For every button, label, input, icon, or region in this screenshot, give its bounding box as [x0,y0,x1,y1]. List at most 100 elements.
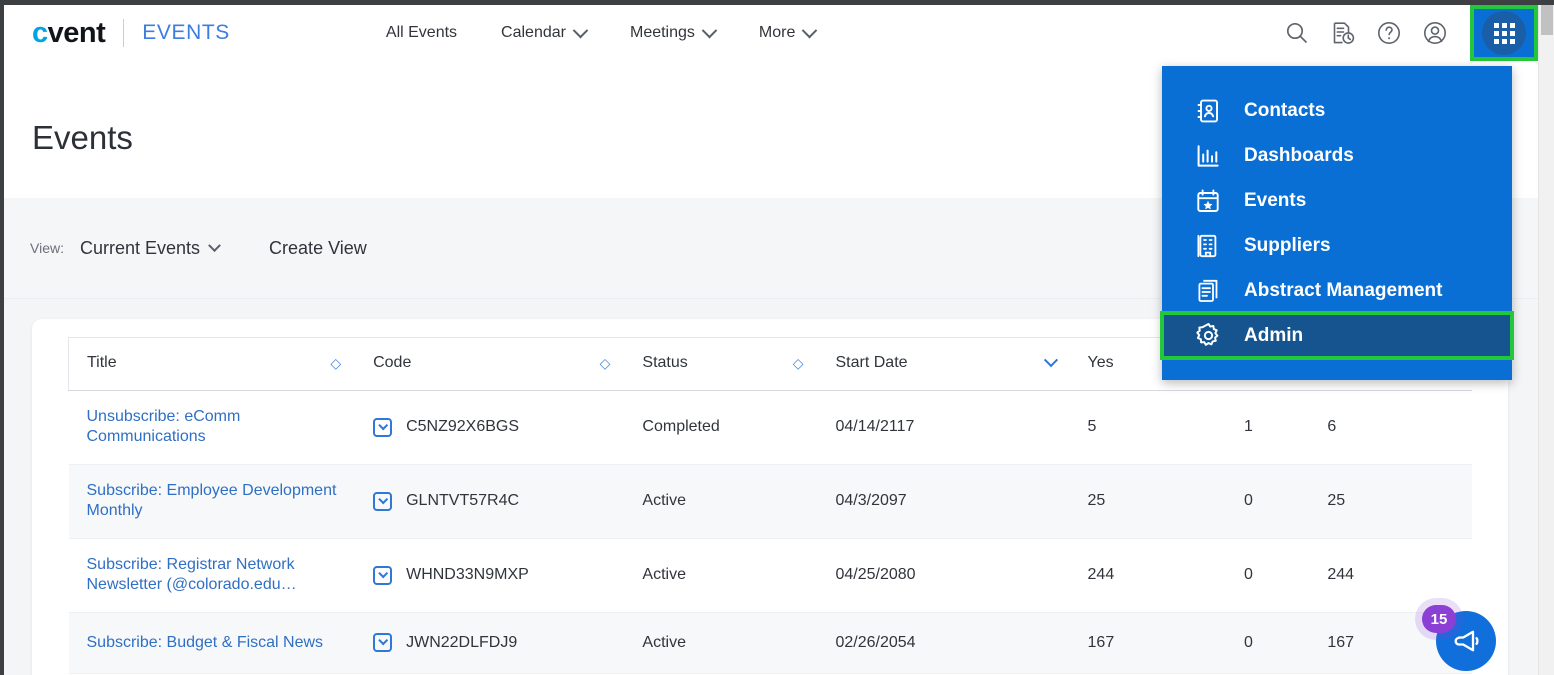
column-label: Yes [1087,354,1114,371]
cell-title: Subscribe: Budget & Fiscal News [69,612,356,673]
feedback-badge: 15 [1422,605,1456,633]
nav-item-meetings[interactable]: Meetings [629,22,718,42]
cell-no: 0 [1244,492,1253,510]
code-dropdown-icon[interactable] [373,491,393,511]
column-header-start-date[interactable]: Start Date [817,337,1070,391]
cell-code: C5NZ92X6BGS [355,391,624,465]
event-title-link[interactable]: Subscribe: Registrar Network Newsletter … [87,556,297,593]
cell-total: 25 [1327,492,1346,510]
code-value: JWN22DLFDJ9 [406,633,518,651]
column-header-status[interactable]: Status ◇ [624,337,818,391]
feedback-widget[interactable]: 15 [1422,605,1496,671]
column-header-title[interactable]: Title ◇ [68,337,356,391]
table-row[interactable]: Subscribe: Employee Development Monthly … [68,464,1472,539]
help-icon[interactable] [1366,5,1412,61]
app-switcher-label: Dashboards [1244,144,1354,166]
code-value: GLNTVT57R4C [406,492,520,510]
brand-divider [123,19,125,47]
code-dropdown-icon[interactable] [373,633,393,653]
cell-status: Active [642,566,686,584]
cell-title: Subscribe: Registrar Network Newsletter … [69,538,356,612]
app-switcher-item-events[interactable]: Events [1162,178,1512,223]
dashboards-icon [1194,143,1222,169]
app-switcher-item-abstract-management[interactable]: Abstract Management [1162,268,1512,313]
nav-item-all-events[interactable]: All Events [386,24,457,42]
application-frame: cvent EVENTS All Events Calendar Meeting… [4,5,1538,675]
app-grid-icon[interactable] [1470,5,1538,61]
app-switcher-label: Suppliers [1244,234,1331,256]
cell-no: 0 [1244,566,1253,584]
cell-status: Active [642,633,686,651]
chevron-down-icon [701,22,718,38]
column-label: Status [642,354,688,371]
app-switcher-menu: Contacts Dashboards Events Suppliers Abs… [1160,66,1514,380]
nav-item-calendar[interactable]: Calendar [501,22,589,42]
app-switcher-item-admin[interactable]: Admin [1160,311,1514,360]
nav-label: All Events [385,24,458,41]
cell-status: Active [642,492,686,510]
screen-root: cvent EVENTS All Events Calendar Meeting… [0,0,1554,675]
view-selector-value: Current Events [79,237,201,258]
events-table: Title ◇ Code ◇ Status ◇ Start Date Yes U… [68,337,1472,675]
sort-toggle-icon[interactable]: ◇ [330,356,341,370]
cell-code: JWN22DLFDJ9 [355,612,624,673]
cell-title: Subscribe: Employee Development Monthly [69,464,356,538]
app-switcher-item-dashboards[interactable]: Dashboards [1162,133,1512,178]
sort-toggle-icon[interactable]: ◇ [793,356,804,370]
sort-toggle-icon[interactable]: ◇ [600,356,611,370]
app-grid-dots [1493,22,1515,44]
abstract-documents-icon [1194,278,1222,304]
cvent-logo[interactable]: cvent [32,16,106,50]
report-clock-icon[interactable] [1320,5,1366,61]
search-icon[interactable] [1274,5,1320,61]
app-grid-circle [1482,11,1526,55]
account-icon[interactable] [1412,5,1458,61]
app-switcher-label: Admin [1244,324,1304,346]
event-title-link[interactable]: Unsubscribe: eComm Communications [87,408,241,445]
gear-icon [1194,322,1222,349]
app-switcher-label: Contacts [1244,99,1326,121]
cell-start-date: 04/14/2117 [835,418,915,436]
suppliers-building-icon [1194,233,1222,259]
nav-label: More [758,24,796,41]
scrollbar-thumb[interactable] [1541,5,1553,35]
column-label: Title [87,354,117,371]
cell-yes: 244 [1087,566,1115,584]
cell-total: 6 [1327,418,1337,436]
page-scrollbar[interactable] [1538,5,1554,675]
chevron-down-icon [802,22,818,38]
column-header-code[interactable]: Code ◇ [355,337,625,391]
code-value: WHND33N9MXP [406,566,529,584]
main-nav: All Events Calendar Meetings More [386,22,818,42]
cell-status: Completed [642,418,720,436]
brand[interactable]: cvent EVENTS [32,17,230,50]
create-view-button[interactable]: Create View [269,238,367,259]
cell-yes: 25 [1087,492,1106,510]
table-row[interactable]: Unsubscribe: eComm Communications C5NZ92… [68,391,1472,465]
app-switcher-item-suppliers[interactable]: Suppliers [1162,223,1512,268]
contacts-icon [1194,98,1222,124]
code-dropdown-icon[interactable] [373,417,393,437]
column-label: Start Date [835,354,908,371]
view-selector[interactable]: Current Events [79,237,221,259]
cell-start-date: 04/3/2097 [835,492,907,510]
cell-no: 1 [1244,418,1253,436]
code-dropdown-icon[interactable] [373,565,393,585]
chevron-down-icon [208,238,221,252]
nav-label: Meetings [629,24,695,41]
event-title-link[interactable]: Subscribe: Employee Development Monthly [87,482,337,519]
nav-item-more[interactable]: More [758,22,818,42]
header-actions [1274,5,1538,61]
table-row[interactable]: Subscribe: Budget & Fiscal News JWN22DLF… [68,612,1472,674]
cell-start-date: 04/25/2080 [835,566,916,584]
table-row[interactable]: Subscribe: Registrar Network Newsletter … [68,538,1472,613]
cell-yes: 167 [1087,633,1115,651]
chevron-down-icon [572,22,589,38]
sort-descending-icon[interactable] [1043,353,1058,368]
cell-total: 244 [1327,566,1355,584]
cell-yes: 5 [1087,418,1097,436]
app-switcher-item-contacts[interactable]: Contacts [1162,88,1512,133]
event-title-link[interactable]: Subscribe: Budget & Fiscal News [87,634,324,651]
page-title: Events [32,119,133,156]
cvent-logo-text: vent [47,16,106,49]
